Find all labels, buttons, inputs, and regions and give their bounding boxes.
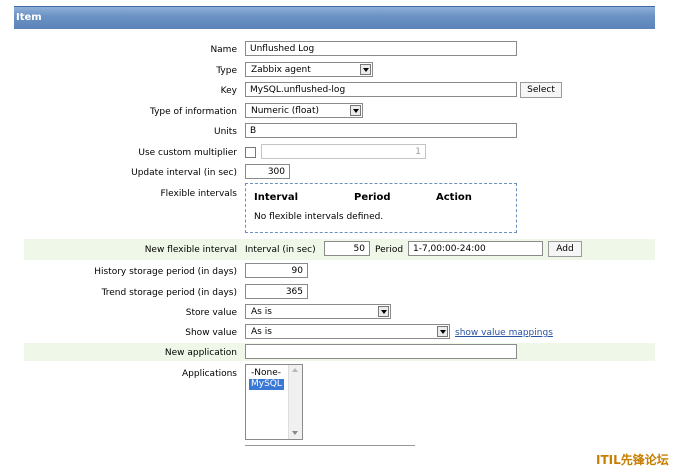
history-input[interactable]: 90 [245, 263, 308, 278]
show-value-select[interactable]: As is [245, 324, 450, 339]
trends-label: Trend storage period (in days) [101, 288, 237, 298]
flexible-intervals-label: Flexible intervals [160, 189, 238, 199]
units-label: Units [213, 127, 237, 137]
page-title: Item [16, 12, 42, 23]
type-label: Type [216, 66, 237, 76]
new-application-input[interactable] [245, 344, 517, 359]
update-interval-input[interactable]: 300 [245, 164, 290, 179]
custom-multiplier-label: Use custom multiplier [138, 148, 237, 158]
chevron-down-icon [437, 326, 448, 337]
interval-sec-label: Interval (in sec) [245, 245, 316, 255]
custom-multiplier-checkbox[interactable] [245, 147, 256, 158]
type-select-value: Zabbix agent [251, 65, 311, 75]
type-of-information-label: Type of information [149, 107, 237, 117]
type-of-information-select[interactable]: Numeric (float) [245, 103, 363, 118]
store-value-select[interactable]: As is [245, 304, 391, 319]
column-interval-header: Interval [254, 192, 299, 203]
type-of-information-value: Numeric (float) [251, 106, 319, 116]
show-value-value: As is [251, 327, 272, 337]
key-label: Key [220, 86, 237, 96]
key-input[interactable]: MySQL.unflushed-log [245, 82, 517, 97]
item-header: Item [14, 6, 655, 29]
application-option-selected[interactable]: MySQL [249, 379, 284, 390]
name-label: Name [210, 45, 237, 55]
no-flexible-intervals-text: No flexible intervals defined. [254, 212, 384, 222]
name-input[interactable]: Unflushed Log [245, 41, 517, 56]
show-value-label: Show value [185, 328, 237, 338]
flexible-intervals-table: Interval Period Action No flexible inter… [245, 183, 517, 233]
column-period-header: Period [354, 192, 391, 203]
divider [245, 445, 415, 446]
period-label: Period [375, 245, 404, 255]
chevron-down-icon [378, 306, 389, 317]
key-select-button[interactable]: Select [520, 82, 562, 98]
application-option[interactable]: -None- [249, 368, 283, 379]
store-value-value: As is [251, 307, 272, 317]
chevron-down-icon [360, 64, 371, 75]
type-select[interactable]: Zabbix agent [245, 62, 373, 77]
history-label: History storage period (in days) [94, 267, 237, 277]
applications-label: Applications [182, 369, 237, 379]
flex-period-input[interactable]: 1-7,00:00-24:00 [408, 241, 543, 256]
new-application-label: New application [164, 348, 237, 358]
update-interval-label: Update interval (in sec) [131, 168, 237, 178]
trends-input[interactable]: 365 [245, 284, 308, 299]
watermark-text: ITIL先锋论坛 [596, 453, 669, 467]
listbox-scrollbar[interactable] [288, 365, 302, 439]
store-value-label: Store value [185, 308, 237, 318]
applications-listbox[interactable]: -None- MySQL [245, 364, 303, 440]
units-input[interactable]: B [245, 123, 517, 138]
custom-multiplier-input[interactable]: 1 [261, 144, 426, 159]
new-flexible-interval-label: New flexible interval [144, 245, 237, 255]
flex-interval-input[interactable]: 50 [324, 241, 370, 256]
show-value-mappings-link[interactable]: show value mappings [455, 328, 553, 338]
chevron-down-icon [350, 105, 361, 116]
add-flexible-interval-button[interactable]: Add [548, 241, 582, 257]
column-action-header: Action [436, 192, 472, 203]
